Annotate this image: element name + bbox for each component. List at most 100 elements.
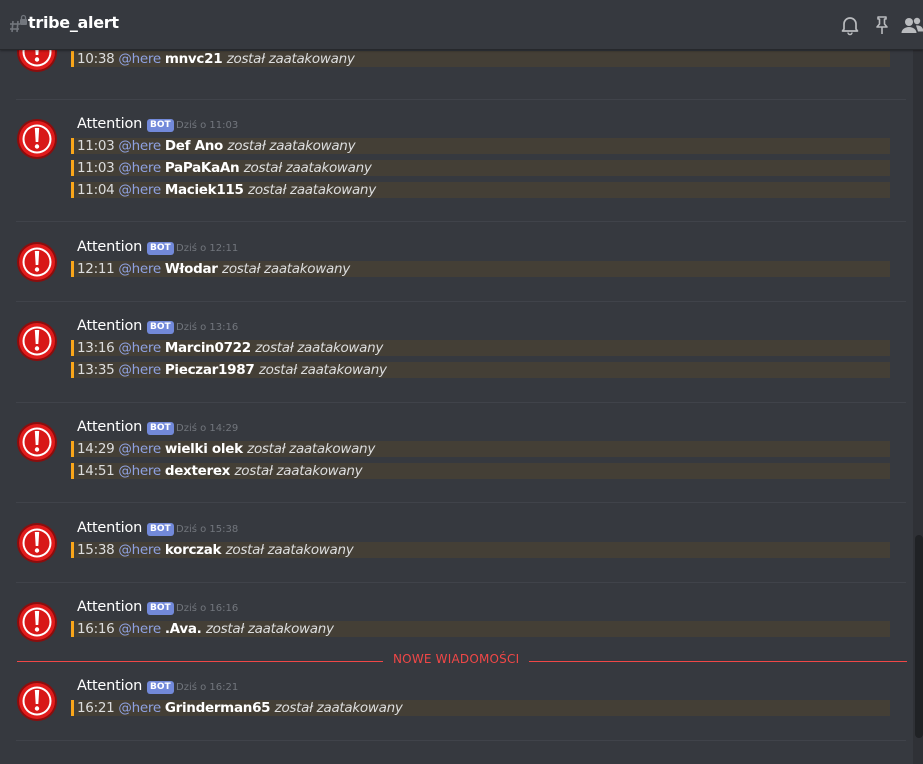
alert-time: 11:03 <box>77 160 119 176</box>
bot-badge: BOT <box>147 242 174 255</box>
alert-line: 11:04 @here Maciek115 został zaatakowany <box>71 182 890 198</box>
player-name: Włodar <box>164 261 223 277</box>
message-group: AttentionBOTDziś o 10:3810:38 @here mnvc… <box>0 49 910 89</box>
alert-avatar-icon[interactable] <box>16 49 58 73</box>
bot-username[interactable]: Attention <box>77 318 142 334</box>
bell-icon[interactable] <box>839 14 861 36</box>
alert-time: 14:51 <box>77 463 119 479</box>
player-name: .Ava. <box>164 621 206 637</box>
here-mention[interactable]: @here <box>118 160 164 176</box>
message-group: Attention BOT Dziś o 14:29 14:29 @here wiel… <box>0 417 910 501</box>
alert-time: 13:16 <box>77 340 119 356</box>
alert-avatar-icon[interactable] <box>16 680 58 722</box>
alert-time: 11:04 <box>77 182 119 198</box>
message-group: Attention BOT Dziś o 16:21 16:21 @here Grin… <box>0 676 910 738</box>
alert-avatar-icon[interactable] <box>16 522 58 564</box>
alert-time: 15:38 <box>77 542 119 558</box>
here-mention[interactable]: @here <box>118 463 164 479</box>
alert-line: 16:16 @here .Ava. został zaatakowany <box>71 621 890 637</box>
here-mention[interactable]: @here <box>118 138 164 154</box>
message-group: Attention BOT Dziś o 13:16 13:16 @here Marc… <box>0 316 910 400</box>
message-separator <box>16 99 906 100</box>
message-separator <box>16 502 906 503</box>
alert-time: 11:03 <box>77 138 119 154</box>
alert-time: 16:21 <box>77 700 119 716</box>
bot-badge: BOT <box>147 523 174 536</box>
alert-time: 13:35 <box>77 362 119 378</box>
message-list[interactable]: AttentionBOTDziś o 10:3810:38 @here mnvc… <box>0 49 923 764</box>
player-name: mnvc21 <box>164 51 227 67</box>
message-group: Attention BOT Dziś o 11:03 11:03 @here Def … <box>0 114 910 220</box>
alert-action: został zaatakowany <box>274 700 403 716</box>
alert-avatar-icon[interactable] <box>16 118 58 160</box>
message-separator <box>16 402 906 403</box>
player-name: dexterex <box>164 463 235 479</box>
alert-line: 16:21 @here Grinderman65 został zaatakow… <box>71 700 890 716</box>
player-name: wielki olek <box>164 441 248 457</box>
message-separator <box>16 582 906 583</box>
here-mention[interactable]: @here <box>118 542 164 558</box>
alert-action: został zaatakowany <box>205 621 334 637</box>
bot-username[interactable]: Attention <box>77 599 142 615</box>
alert-avatar-icon[interactable] <box>16 241 58 283</box>
alert-avatar-icon[interactable] <box>16 421 58 463</box>
alert-avatar-icon[interactable] <box>16 601 58 643</box>
here-mention[interactable]: @here <box>118 621 164 637</box>
bot-badge: BOT <box>147 422 174 435</box>
alert-time: 10:38 <box>77 51 119 67</box>
message-separator <box>16 221 906 222</box>
here-mention[interactable]: @here <box>118 182 164 198</box>
here-mention[interactable]: @here <box>118 51 164 67</box>
bot-username[interactable]: Attention <box>77 419 142 435</box>
alert-action: został zaatakowany <box>255 340 384 356</box>
bot-username[interactable]: Attention <box>77 520 142 536</box>
player-name: Def Ano <box>164 138 228 154</box>
message-timestamp: Dziś o 16:21 <box>176 682 239 693</box>
here-mention[interactable]: @here <box>118 340 164 356</box>
message-timestamp: Dziś o 14:29 <box>176 423 239 434</box>
alert-line: 13:35 @here Pieczar1987 został zaatakowa… <box>71 362 890 378</box>
here-mention[interactable]: @here <box>118 362 164 378</box>
here-mention[interactable]: @here <box>118 441 164 457</box>
alert-action: został zaatakowany <box>222 261 350 277</box>
alert-action: został zaatakowany <box>243 160 372 176</box>
message-timestamp: Dziś o 12:11 <box>176 243 239 254</box>
message-separator <box>16 301 906 302</box>
bot-badge: BOT <box>147 321 174 334</box>
alert-avatar-icon[interactable] <box>16 320 58 362</box>
bot-username[interactable]: Attention <box>77 239 142 255</box>
message-timestamp: Dziś o 11:03 <box>176 120 239 131</box>
channel-header: tribe_alert <box>0 0 923 50</box>
player-name: Maciek115 <box>164 182 249 198</box>
alert-action: został zaatakowany <box>226 51 355 67</box>
alert-action: został zaatakowany <box>248 182 376 198</box>
hash-lock-icon <box>10 14 27 33</box>
alert-time: 16:16 <box>77 621 119 637</box>
message-timestamp: Dziś o 16:16 <box>176 603 239 614</box>
bot-username[interactable]: Attention <box>77 116 142 132</box>
player-name: Grinderman65 <box>164 700 275 716</box>
bot-badge: BOT <box>147 681 174 694</box>
player-name: korczak <box>164 542 226 558</box>
alert-action: został zaatakowany <box>234 463 363 479</box>
alert-action: został zaatakowany <box>258 362 387 378</box>
alert-line: 14:29 @here wielki olek został zaatakowa… <box>71 441 890 457</box>
message-timestamp: Dziś o 15:38 <box>176 524 239 535</box>
message-group: Attention BOT Dziś o 16:16 16:16 @here .Ava… <box>0 597 910 659</box>
here-mention[interactable]: @here <box>118 700 164 716</box>
bot-badge: BOT <box>147 119 174 132</box>
new-messages-label: NOWE WIADOMOŚCI <box>383 652 530 666</box>
player-name: PaPaKaAn <box>164 160 244 176</box>
alert-time: 12:11 <box>77 261 119 277</box>
bot-username[interactable]: Attention <box>77 678 142 694</box>
scrollbar-thumb[interactable] <box>915 535 923 738</box>
message-group: Attention BOT Dziś o 15:38 15:38 @here korc… <box>0 518 910 580</box>
pin-icon[interactable] <box>871 14 893 36</box>
alert-line: 14:51 @here dexterex został zaatakowany <box>71 463 890 479</box>
alert-line: 15:38 @here korczak został zaatakowany <box>71 542 890 558</box>
player-name: Marcin0722 <box>164 340 256 356</box>
members-icon[interactable] <box>900 14 923 36</box>
alert-action: został zaatakowany <box>247 441 376 457</box>
here-mention[interactable]: @here <box>118 261 164 277</box>
alert-line: 10:38 @here mnvc21 został zaatakowany <box>71 51 890 67</box>
